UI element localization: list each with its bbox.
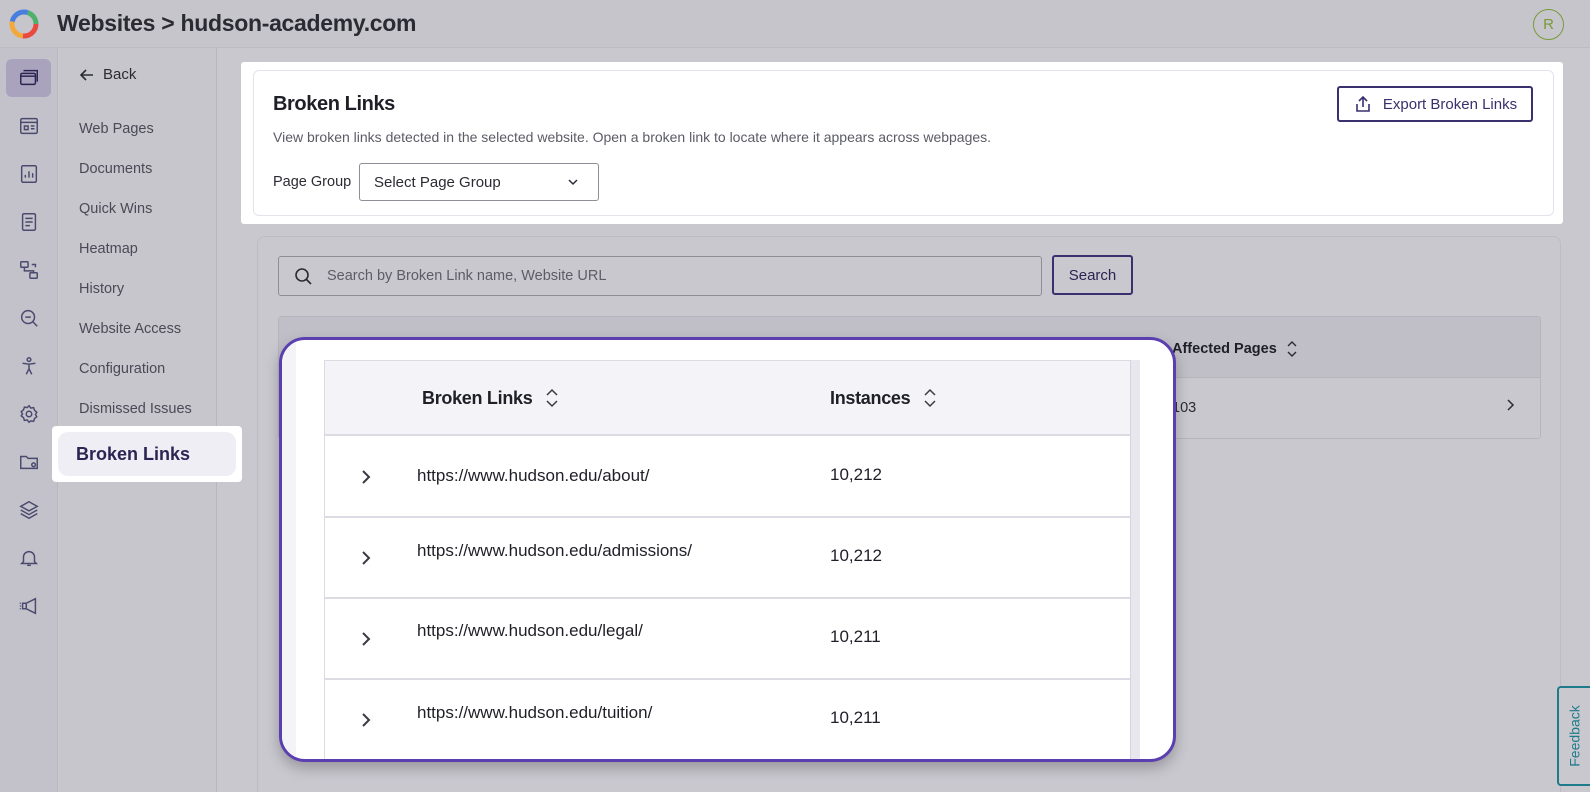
sort-icon bbox=[924, 388, 936, 408]
nav-item-web-pages[interactable]: Web Pages bbox=[79, 121, 154, 137]
rail-folder-settings[interactable] bbox=[6, 443, 51, 481]
export-icon bbox=[1356, 95, 1370, 112]
rail-reports[interactable] bbox=[6, 155, 51, 193]
table-row[interactable]: https://www.hudson.edu/legal/ 10,211 bbox=[325, 599, 1133, 680]
chevron-right-icon[interactable] bbox=[357, 468, 375, 486]
broken-links-column-label: Broken Links bbox=[422, 387, 533, 408]
zoomed-table-scrollbar[interactable] bbox=[1130, 360, 1140, 759]
feedback-label: Feedback bbox=[1566, 705, 1583, 767]
scan-search-icon bbox=[20, 309, 38, 327]
user-avatar[interactable]: R bbox=[1533, 9, 1564, 40]
zoom-strip bbox=[282, 340, 296, 759]
page-title: Broken Links bbox=[273, 93, 395, 115]
broken-link-url[interactable]: https://www.hudson.edu/admissions/ bbox=[417, 541, 692, 561]
rail-websites[interactable] bbox=[6, 59, 51, 97]
page-description: View broken links detected in the select… bbox=[273, 129, 992, 145]
nav-item-configuration[interactable]: Configuration bbox=[79, 361, 165, 377]
search-icon bbox=[295, 268, 312, 285]
icon-rail bbox=[0, 48, 58, 792]
chevron-right-icon[interactable] bbox=[1502, 397, 1518, 413]
rail-documents[interactable] bbox=[6, 203, 51, 241]
table-row[interactable]: https://www.hudson.edu/admissions/ 10,21… bbox=[325, 518, 1133, 599]
accessibility-icon bbox=[21, 357, 36, 375]
instances-count: 10,212 bbox=[830, 546, 882, 565]
page-group-select[interactable]: Select Page Group bbox=[359, 163, 599, 201]
secondary-nav: Back Web Pages Documents Quick Wins Heat… bbox=[59, 48, 217, 792]
nav-item-quick-wins[interactable]: Quick Wins bbox=[79, 201, 152, 217]
column-header-broken-links[interactable]: Broken Links bbox=[422, 386, 560, 410]
zoomed-table: Broken Links Instances https://www.hudso… bbox=[324, 360, 1134, 759]
instances-column-label: Instances bbox=[830, 387, 911, 408]
instances-count: 10,211 bbox=[830, 627, 881, 646]
nav-item-documents[interactable]: Documents bbox=[79, 161, 152, 177]
header-highlight: Broken Links View broken links detected … bbox=[241, 62, 1563, 224]
broken-link-url[interactable]: https://www.hudson.edu/tuition/ bbox=[417, 703, 652, 723]
rail-notifications[interactable] bbox=[6, 539, 51, 577]
rail-scan[interactable] bbox=[6, 299, 51, 337]
sort-icon bbox=[1287, 341, 1297, 357]
chevron-down-icon bbox=[568, 179, 578, 186]
chevron-right-icon[interactable] bbox=[357, 711, 375, 729]
rail-layers[interactable] bbox=[6, 491, 51, 529]
feedback-tab[interactable]: Feedback bbox=[1557, 686, 1590, 786]
broken-link-url[interactable]: https://www.hudson.edu/about/ bbox=[417, 466, 650, 486]
sort-icon bbox=[546, 388, 558, 408]
search-input[interactable]: Search by Broken Link name, Website URL bbox=[278, 256, 1042, 296]
top-bar: Websites > hudson-academy.com R bbox=[0, 0, 1590, 48]
page-group-value: Select Page Group bbox=[374, 173, 501, 191]
table-row[interactable]: https://www.hudson.edu/about/ 10,212 bbox=[325, 437, 1133, 518]
rail-settings[interactable] bbox=[6, 395, 51, 433]
nav-item-heatmap[interactable]: Heatmap bbox=[79, 241, 138, 257]
back-label: Back bbox=[103, 66, 137, 83]
instances-count: 10,211 bbox=[830, 708, 881, 727]
column-header-affected-pages[interactable]: Affected Pages bbox=[1172, 339, 1299, 359]
rail-dashboard[interactable] bbox=[6, 107, 51, 145]
zoom-callout: Broken Links Instances https://www.hudso… bbox=[279, 337, 1176, 762]
arrow-left-icon bbox=[79, 68, 93, 81]
folder-settings-icon bbox=[19, 455, 38, 470]
nav-active-highlight: Broken Links bbox=[52, 426, 242, 482]
announcements-icon bbox=[19, 597, 36, 615]
settings-icon bbox=[19, 404, 38, 424]
document-icon bbox=[21, 213, 36, 231]
broken-link-url[interactable]: https://www.hudson.edu/legal/ bbox=[417, 621, 643, 641]
rail-workflow[interactable] bbox=[6, 251, 51, 289]
nav-item-dismissed-issues[interactable]: Dismissed Issues bbox=[79, 401, 192, 417]
nav-item-broken-links[interactable]: Broken Links bbox=[58, 432, 236, 476]
layers-icon bbox=[18, 500, 39, 520]
search-button[interactable]: Search bbox=[1052, 255, 1133, 295]
back-link[interactable]: Back bbox=[79, 66, 136, 83]
notifications-icon bbox=[19, 550, 38, 567]
app-logo-icon[interactable] bbox=[6, 9, 42, 39]
chevron-right-icon[interactable] bbox=[357, 549, 375, 567]
nav-item-website-access[interactable]: Website Access bbox=[79, 321, 181, 337]
nav-item-history[interactable]: History bbox=[79, 281, 124, 297]
header-card: Broken Links View broken links detected … bbox=[253, 70, 1554, 216]
chevron-right-icon[interactable] bbox=[357, 630, 375, 648]
app-title: Websites > hudson-academy.com bbox=[57, 10, 417, 36]
dashboard-icon bbox=[19, 117, 38, 135]
export-label: Export Broken Links bbox=[1382, 95, 1518, 113]
table-row[interactable]: https://www.hudson.edu/tuition/ 10,211 bbox=[325, 680, 1133, 759]
export-broken-links-button[interactable]: Export Broken Links bbox=[1337, 86, 1533, 122]
rail-accessibility[interactable] bbox=[6, 347, 51, 385]
page-group-label: Page Group bbox=[273, 174, 352, 190]
websites-icon bbox=[19, 69, 38, 86]
affected-pages-label: Affected Pages bbox=[1172, 341, 1277, 357]
rail-announcements[interactable] bbox=[6, 587, 51, 625]
instances-count: 10,212 bbox=[830, 465, 882, 484]
column-header-instances[interactable]: Instances bbox=[830, 386, 938, 410]
search-placeholder: Search by Broken Link name, Website URL bbox=[327, 268, 607, 284]
zoomed-table-header: Broken Links Instances bbox=[325, 361, 1133, 436]
workflow-icon bbox=[19, 261, 38, 279]
reports-icon bbox=[20, 165, 37, 183]
